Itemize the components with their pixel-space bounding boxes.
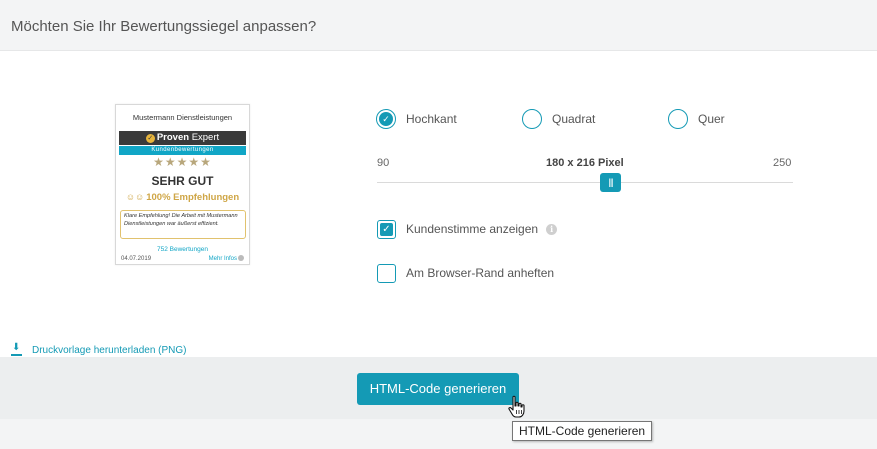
seal-recommendations: ☺☺ 100% Empfehlungen xyxy=(116,192,249,203)
seal-recommend-text: 100% Empfehlungen xyxy=(146,192,240,203)
radio-label-quadrat: Quadrat xyxy=(552,112,596,126)
generate-html-button[interactable]: HTML-Code generieren xyxy=(357,373,519,405)
checkbox-checked-icon[interactable]: ✓ xyxy=(377,219,396,239)
radio-hochkant[interactable]: ✓ Hochkant xyxy=(376,108,457,130)
size-slider-track[interactable] xyxy=(377,182,793,183)
slider-min-label: 90 xyxy=(377,157,390,169)
seal-brand-bar: ✓ Proven Expert xyxy=(119,131,246,145)
seal-brand-bold: Proven xyxy=(156,132,190,143)
info-dot-icon xyxy=(238,255,244,261)
star-rating-icon: ★★★★★ xyxy=(153,155,212,169)
radio-label-quer: Quer xyxy=(698,112,725,126)
download-icon: ⬇ xyxy=(11,343,22,356)
check-badge-icon: ✓ xyxy=(145,134,155,143)
info-icon[interactable]: i xyxy=(546,223,558,235)
size-slider-handle[interactable]: ||| xyxy=(600,173,621,192)
download-label[interactable]: Druckvorlage herunterladen (PNG) xyxy=(32,345,187,356)
radio-checked-icon[interactable]: ✓ xyxy=(376,109,396,129)
slider-max-label: 250 xyxy=(773,157,792,169)
seal-more-label: Mehr Infos xyxy=(208,256,237,262)
checkbox-kundenstimme[interactable]: ✓ Kundenstimme anzeigen i xyxy=(377,219,558,239)
download-png-link[interactable]: ⬇ Druckvorlage herunterladen (PNG) xyxy=(11,343,187,356)
radio-quer[interactable]: Quer xyxy=(668,108,725,130)
checkbox-label-kundenstimme: Kundenstimme anzeigen xyxy=(406,222,539,236)
radio-label-hochkant: Hochkant xyxy=(406,112,457,126)
radio-unchecked-icon[interactable] xyxy=(668,109,688,129)
page-title: Möchten Sie Ihr Bewertungssiegel anpasse… xyxy=(11,18,317,35)
people-icon: ☺☺ xyxy=(125,192,145,202)
seal-subtitle: Kundenbewertungen xyxy=(119,146,246,155)
slider-value-label: 180 x 216 Pixel xyxy=(546,157,624,169)
seal-company: Mustermann Dienstleistungen xyxy=(132,113,233,122)
checkbox-unchecked-icon[interactable] xyxy=(377,263,396,283)
seal-date: 04.07.2019 xyxy=(121,256,152,262)
button-tooltip: HTML-Code generieren xyxy=(512,421,653,441)
page-header: Möchten Sie Ihr Bewertungssiegel anpasse… xyxy=(0,0,877,51)
checkbox-browser-rand[interactable]: Am Browser-Rand anheften xyxy=(377,263,554,283)
seal-preview: Mustermann Dienstleistungen ✓ Proven Expe… xyxy=(115,104,250,265)
seal-review-count: 752 Bewertungen xyxy=(157,246,208,253)
checkbox-label-browser-rand: Am Browser-Rand anheften xyxy=(406,266,555,280)
seal-grade: SEHR GUT xyxy=(151,174,214,188)
seal-brand-light: Expert xyxy=(191,132,220,143)
seal-more-info: Mehr Infos xyxy=(209,255,244,262)
radio-quadrat[interactable]: Quadrat xyxy=(522,108,595,130)
hand-cursor-icon xyxy=(508,395,525,418)
seal-quote: Klare Empfehlung! Die Arbeit mit Musterm… xyxy=(120,210,246,239)
radio-unchecked-icon[interactable] xyxy=(522,109,542,129)
